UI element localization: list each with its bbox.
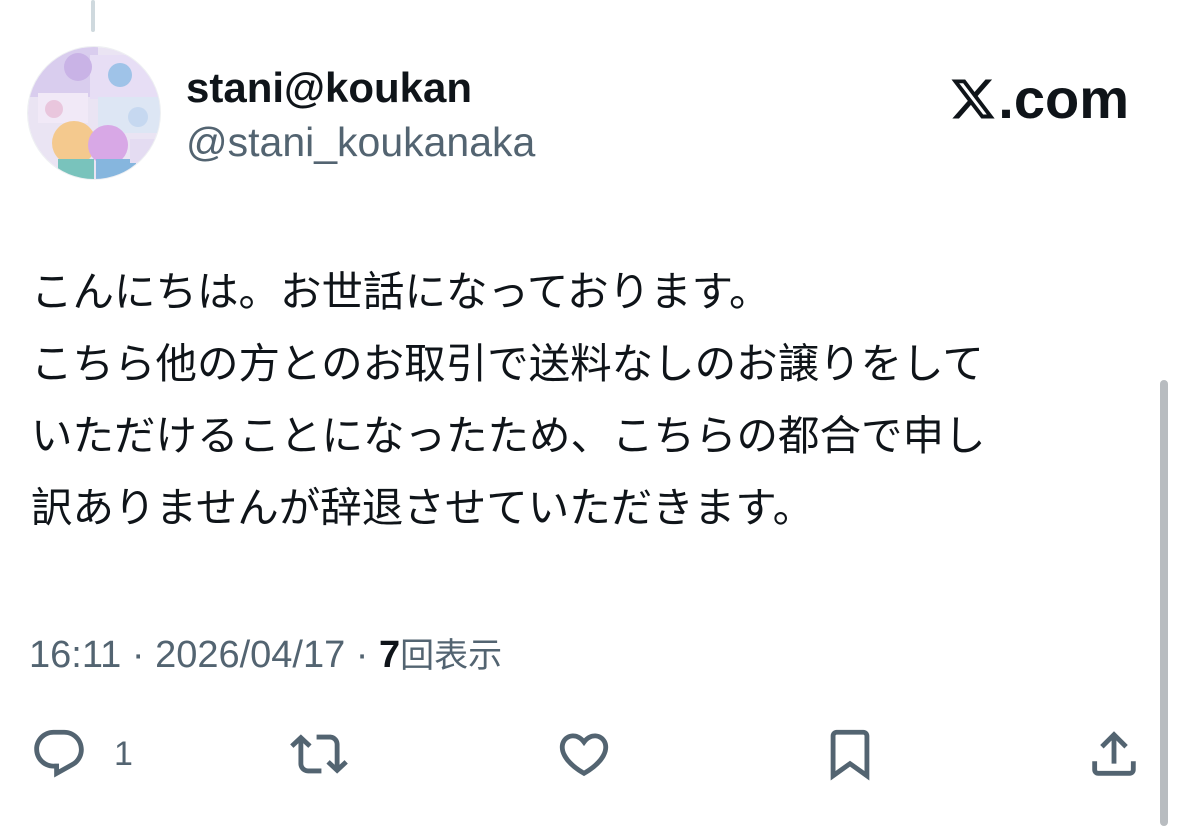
- reply-button[interactable]: 1: [30, 724, 133, 784]
- avatar[interactable]: [27, 46, 161, 180]
- heart-icon: [559, 733, 609, 777]
- user-display-name[interactable]: stani@koukan: [186, 63, 472, 113]
- repost-button[interactable]: [290, 724, 348, 784]
- tweet-date[interactable]: 2026/04/17: [155, 634, 345, 676]
- tweet-meta: 16:11 · 2026/04/17 · 7回表示: [29, 630, 502, 681]
- bookmark-icon: [830, 729, 870, 781]
- like-button[interactable]: [555, 724, 613, 784]
- tweet-text-line: いただけることになったため、こちらの都合で申し: [31, 411, 986, 460]
- bookmark-button[interactable]: [821, 724, 879, 784]
- tweet-text-line: こちら他の方とのお取引で送料なしのお譲りをして: [31, 339, 984, 388]
- x-com-brand: .com: [949, 68, 1129, 130]
- meta-separator: ·: [345, 634, 380, 676]
- tweet-time[interactable]: 16:11: [29, 634, 121, 676]
- views-count[interactable]: 7: [379, 634, 400, 676]
- share-button[interactable]: [1085, 724, 1143, 784]
- views-label[interactable]: 回表示: [400, 636, 502, 676]
- tweet-text-line: こんにちは。お世話になっております。: [31, 267, 771, 316]
- thread-connector-line: [91, 0, 95, 32]
- tweet-text: こんにちは。お世話になっております。 こちら他の方とのお取引で送料なしのお譲りを…: [31, 256, 1141, 544]
- avatar-image: [28, 47, 160, 179]
- user-handle[interactable]: @stani_koukanaka: [186, 118, 535, 166]
- repost-icon: [290, 734, 348, 774]
- x-logo-icon: [951, 79, 995, 119]
- reply-count: 1: [114, 734, 133, 773]
- brand-text: .com: [998, 67, 1129, 130]
- reply-icon: [34, 729, 84, 778]
- tweet-text-line: 訳ありませんが辞退させていただきます。: [31, 483, 815, 532]
- share-icon: [1092, 731, 1136, 776]
- meta-separator: ·: [121, 634, 156, 676]
- scrollbar[interactable]: [1160, 380, 1168, 826]
